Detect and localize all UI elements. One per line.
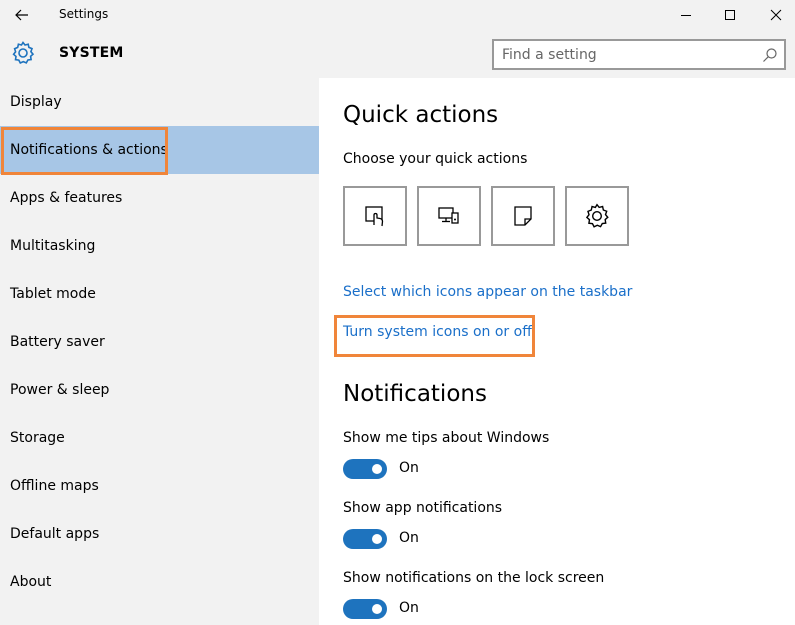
lock-screen-toggle[interactable] <box>343 599 387 619</box>
taskbar-icons-link[interactable]: Select which icons appear on the taskbar <box>343 284 632 300</box>
app-notifications-toggle[interactable] <box>343 529 387 549</box>
tips-setting-label: Show me tips about Windows <box>343 430 550 446</box>
quick-actions-subheading: Choose your quick actions <box>343 151 528 167</box>
sidebar-item-power-sleep[interactable]: Power & sleep <box>0 366 319 414</box>
gear-icon <box>12 41 35 65</box>
quick-action-tablet-mode[interactable] <box>343 186 407 246</box>
search-box[interactable] <box>492 39 786 70</box>
sidebar-item-label: Power & sleep <box>10 382 110 398</box>
sidebar-item-label: Tablet mode <box>10 286 96 302</box>
sidebar-item-storage[interactable]: Storage <box>0 414 319 462</box>
search-input[interactable] <box>502 45 752 65</box>
sidebar-item-multitasking[interactable]: Multitasking <box>0 222 319 270</box>
sidebar-item-label: Notifications & actions <box>10 142 168 158</box>
app-notifications-toggle-state: On <box>399 530 419 546</box>
close-icon <box>770 9 782 21</box>
sidebar-item-about[interactable]: About <box>0 558 319 606</box>
page-title: SYSTEM <box>59 45 124 61</box>
quick-action-all-settings[interactable] <box>565 186 629 246</box>
arrow-left-icon <box>15 9 28 21</box>
sidebar-item-default-apps[interactable]: Default apps <box>0 510 319 558</box>
minimize-button[interactable] <box>663 0 709 30</box>
window-title: Settings <box>59 7 109 21</box>
sidebar-item-label: Battery saver <box>10 334 105 350</box>
search-icon[interactable] <box>762 47 778 63</box>
sidebar-item-display[interactable]: Display <box>0 78 319 126</box>
app-notifications-setting-label: Show app notifications <box>343 500 503 516</box>
sidebar-item-label: Default apps <box>10 526 100 542</box>
sidebar-item-tablet-mode[interactable]: Tablet mode <box>0 270 319 318</box>
sidebar-item-apps-features[interactable]: Apps & features <box>0 174 319 222</box>
sidebar: Display Notifications & actions Apps & f… <box>0 78 319 625</box>
note-icon <box>514 206 532 226</box>
project-icon <box>438 207 459 224</box>
lock-screen-setting-label: Show notifications on the lock screen <box>343 570 605 586</box>
sidebar-item-notifications-actions[interactable]: Notifications & actions <box>0 126 319 174</box>
sidebar-item-label: Display <box>10 94 62 110</box>
quick-action-note[interactable] <box>491 186 555 246</box>
all-settings-icon <box>585 203 609 228</box>
toggle-knob <box>372 604 382 614</box>
title-bar: Settings <box>0 0 795 30</box>
minimize-icon <box>681 15 691 16</box>
maximize-icon <box>725 10 735 20</box>
toggle-knob <box>372 464 382 474</box>
tablet-mode-icon <box>365 206 384 227</box>
main-content: Quick actions Choose your quick actions <box>319 78 795 625</box>
notifications-heading: Notifications <box>343 381 487 407</box>
lock-screen-toggle-state: On <box>399 600 419 616</box>
toggle-knob <box>372 534 382 544</box>
sidebar-item-label: Offline maps <box>10 478 99 494</box>
sidebar-item-battery-saver[interactable]: Battery saver <box>0 318 319 366</box>
maximize-button[interactable] <box>707 0 753 30</box>
sidebar-item-offline-maps[interactable]: Offline maps <box>0 462 319 510</box>
close-button[interactable] <box>753 0 795 30</box>
sidebar-item-label: About <box>10 574 52 590</box>
back-button[interactable] <box>8 2 36 28</box>
quick-action-project[interactable] <box>417 186 481 246</box>
tips-toggle-state: On <box>399 460 419 476</box>
quick-actions-heading: Quick actions <box>343 102 499 128</box>
system-icons-link[interactable]: Turn system icons on or off <box>343 324 532 340</box>
tips-toggle[interactable] <box>343 459 387 479</box>
sidebar-item-label: Multitasking <box>10 238 96 254</box>
sidebar-item-label: Storage <box>10 430 65 446</box>
page-header: SYSTEM <box>0 30 795 78</box>
sidebar-item-label: Apps & features <box>10 190 123 206</box>
